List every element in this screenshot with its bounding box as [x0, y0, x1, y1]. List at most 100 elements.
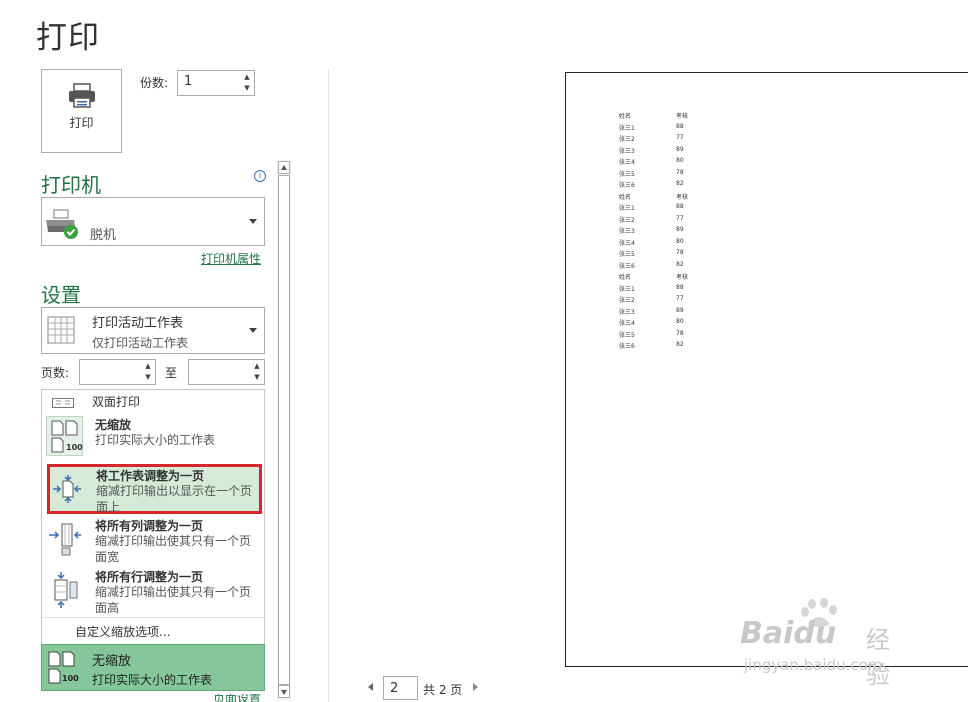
prev-page-icon[interactable]: [368, 683, 373, 691]
scaling-option-desc: 缩减打印输出以显示在一个页面上: [96, 484, 253, 514]
preview-cell-name: 张三5: [619, 170, 635, 178]
stepper-up-icon[interactable]: ▲: [144, 362, 152, 370]
pages-label: 页数:: [41, 366, 70, 380]
scaling-option-desc: 缩减打印输出使其只有一个页面高: [95, 585, 252, 615]
preview-cell-name: 张三3: [619, 147, 635, 155]
print-scope-dropdown[interactable]: 打印活动工作表 仅打印活动工作表: [41, 307, 265, 354]
fit-columns-icon: [49, 523, 81, 556]
copies-value: 1: [184, 74, 193, 89]
print-button-label: 打印: [69, 116, 94, 130]
next-page-icon[interactable]: [473, 683, 478, 691]
scaling-option-fit-rows[interactable]: 将所有行调整为一页 缩减打印输出使其只有一个页面高: [42, 567, 264, 617]
preview-cell-score: 77: [676, 295, 684, 302]
page-number-value: 2: [390, 681, 399, 696]
page-setup-link[interactable]: 页面设置: [213, 694, 261, 702]
printer-properties-link[interactable]: 打印机属性: [201, 250, 261, 267]
preview-cell-score: 89: [676, 145, 684, 153]
print-preview-page: 姓名 考核 张三1 88 张三2 77 张三3 89 张三4 80 张三5 78 张三6 82 姓名 考核 张三…: [565, 72, 968, 667]
pages-to-label: 至: [165, 366, 178, 380]
preview-cell-name: 张三1: [619, 124, 635, 132]
chevron-down-icon: [249, 218, 257, 224]
stepper-up-icon[interactable]: ▲: [243, 73, 251, 81]
pages-from-stepper[interactable]: ▲ ▼: [79, 359, 156, 385]
preview-cell-score: 77: [676, 134, 684, 141]
preview-header-name: 姓名: [619, 274, 632, 281]
scaling-option-title: 将工作表调整为一页: [96, 469, 205, 483]
preview-cell-score: 78: [676, 329, 684, 337]
scaling-option-title: 将所有行调整为一页: [95, 570, 204, 584]
duplex-option[interactable]: 双面打印: [42, 390, 264, 410]
scaling-option-no-scaling[interactable]: 100 无缩放 打印实际大小的工作表: [42, 412, 264, 462]
preview-cell-score: 89: [676, 226, 684, 233]
print-scope-subtitle: 仅打印活动工作表: [92, 336, 189, 350]
scaling-badge: 100: [66, 443, 83, 452]
printer-section-title: 打印机: [41, 173, 101, 197]
preview-cell-score: 80: [676, 237, 684, 245]
preview-cell-score: 82: [676, 180, 684, 187]
preview-cell-name: 张三6: [619, 262, 635, 270]
sheet-grid-icon: [47, 316, 75, 344]
preview-cell-name: 张三3: [619, 228, 635, 235]
preview-cell-name: 张三2: [619, 136, 635, 143]
pane-divider: [328, 69, 329, 702]
scaling-option-title: 将所有列调整为一页: [95, 519, 204, 533]
preview-cell-name: 张三4: [619, 159, 635, 166]
scroll-thumb[interactable]: [278, 175, 290, 685]
preview-cell-score: 88: [676, 203, 684, 210]
preview-cell-score: 80: [676, 318, 684, 325]
scaling-option-desc: 缩减打印输出使其只有一个页面宽: [95, 534, 252, 564]
stepper-up-icon[interactable]: ▲: [253, 362, 261, 370]
preview-header-score: 考核: [676, 113, 689, 120]
duplex-icon: [52, 398, 74, 408]
scaling-badge: 100: [62, 674, 79, 683]
watermark-brand-cn: 经验: [866, 626, 890, 689]
scaling-option-fit-sheet[interactable]: 将工作表调整为一页 缩减打印输出以显示在一个页面上: [47, 464, 262, 514]
settings-section-title: 设置: [41, 283, 81, 307]
preview-cell-score: 88: [676, 122, 684, 130]
chevron-down-icon: [249, 327, 257, 333]
preview-cell-score: 82: [676, 341, 684, 348]
settings-scrollbar[interactable]: [277, 160, 291, 700]
scroll-down-icon[interactable]: [278, 685, 290, 698]
preview-cell-score: 77: [676, 214, 684, 222]
preview-cell-name: 张三2: [619, 297, 635, 304]
printer-icon: [69, 83, 95, 108]
copies-stepper[interactable]: 1 ▲ ▼: [177, 70, 255, 96]
print-button[interactable]: 打印: [41, 69, 122, 153]
preview-header-score: 考核: [676, 274, 689, 281]
stepper-down-icon[interactable]: ▼: [253, 373, 261, 381]
preview-cell-name: 张三1: [619, 285, 635, 293]
pages-to-stepper[interactable]: ▲ ▼: [188, 359, 265, 385]
watermark-brand: Baidu: [740, 616, 837, 651]
scaling-dropdown-title: 无缩放: [92, 654, 132, 669]
preview-cell-score: 88: [676, 283, 684, 291]
stepper-down-icon[interactable]: ▼: [243, 84, 251, 92]
scroll-up-icon[interactable]: [278, 161, 290, 174]
print-scope-title: 打印活动工作表: [92, 316, 184, 331]
scaling-menu: 双面打印 100 无缩放 打印实际大小的工作表 将工作表调整为一页 缩减打印输出…: [41, 389, 265, 645]
scaling-dropdown[interactable]: 100 无缩放 打印实际大小的工作表: [41, 644, 265, 691]
preview-header-name: 姓名: [619, 113, 632, 120]
preview-cell-score: 80: [676, 157, 684, 164]
preview-cell-name: 张三5: [619, 251, 635, 258]
info-icon[interactable]: i: [254, 170, 266, 182]
scaling-option-fit-columns[interactable]: 将所有列调整为一页 缩减打印输出使其只有一个页面宽: [42, 516, 264, 566]
scaling-dropdown-desc: 打印实际大小的工作表: [92, 673, 213, 687]
page-number-input[interactable]: 2: [383, 676, 418, 700]
page-title: 打印: [36, 20, 100, 56]
preview-header-name: 姓名: [619, 193, 632, 201]
preview-cell-name: 张三4: [619, 320, 635, 327]
custom-scaling-option[interactable]: 自定义缩放选项...: [75, 623, 170, 640]
preview-cell-name: 张三5: [619, 331, 635, 339]
preview-cell-score: 78: [676, 168, 684, 176]
stepper-down-icon[interactable]: ▼: [144, 373, 152, 381]
fit-sheet-icon: [53, 475, 81, 503]
printer-ready-icon: [46, 209, 78, 239]
scaling-option-desc: 打印实际大小的工作表: [95, 433, 216, 447]
scaling-option-title: 无缩放: [95, 418, 132, 432]
preview-cell-name: 张三1: [619, 205, 635, 212]
duplex-label: 双面打印: [92, 395, 141, 409]
printer-dropdown[interactable]: 脱机: [41, 197, 265, 246]
preview-cell-name: 张三6: [619, 182, 635, 189]
preview-cell-score: 82: [676, 260, 684, 268]
